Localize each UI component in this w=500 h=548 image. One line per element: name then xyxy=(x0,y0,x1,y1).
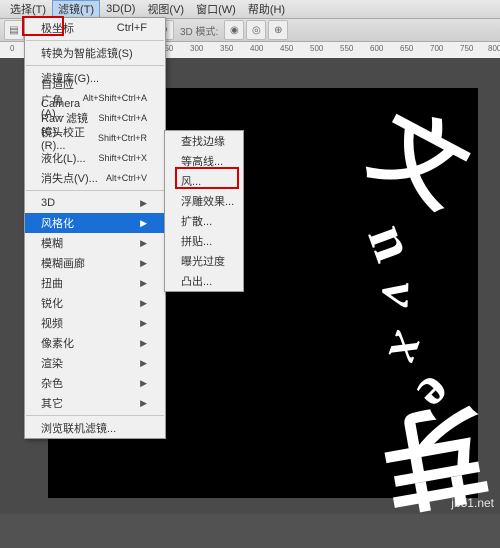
menu-item-noise[interactable]: 杂色 ▶ xyxy=(25,373,165,393)
ruler-mark: 750 xyxy=(460,44,473,53)
menu-item-other[interactable]: 其它 ▶ xyxy=(25,393,165,413)
ruler-mark: 350 xyxy=(220,44,233,53)
menu-label: 消失点(V)... xyxy=(41,170,98,186)
menu-label: 锐化 xyxy=(41,295,63,311)
menu-item-vanishing-point[interactable]: 消失点(V)... Alt+Ctrl+V xyxy=(25,168,165,188)
menu-shortcut: Shift+Ctrl+R xyxy=(98,133,147,143)
menu-label: 模糊画廊 xyxy=(41,255,85,271)
menu-separator xyxy=(26,40,164,41)
submenu-arrow-icon: ▶ xyxy=(140,238,147,249)
canvas-text: v xyxy=(369,281,433,308)
submenu-item-contour[interactable]: 等高线... xyxy=(165,151,243,171)
submenu-item-solarize[interactable]: 曝光过度 xyxy=(165,251,243,271)
ruler-mark: 400 xyxy=(250,44,263,53)
menu-label: 液化(L)... xyxy=(41,150,86,166)
menu-filter[interactable]: 滤镜(T) xyxy=(52,0,100,18)
ruler-mark: 650 xyxy=(400,44,413,53)
submenu-arrow-icon: ▶ xyxy=(140,198,147,209)
menu-label: 转换为智能滤镜(S) xyxy=(41,45,133,61)
menu-item-video[interactable]: 视频 ▶ xyxy=(25,313,165,333)
menu-item-stylize[interactable]: 风格化 ▶ xyxy=(25,213,165,233)
submenu-item-diffuse[interactable]: 扩散... xyxy=(165,211,243,231)
menu-label: 镜头校正(R)... xyxy=(41,124,98,152)
menu-label: 其它 xyxy=(41,395,63,411)
menu-label: 视频 xyxy=(41,315,63,331)
menu-shortcut: Shift+Ctrl+A xyxy=(98,113,147,123)
menu-separator xyxy=(26,65,164,66)
canvas-text: n xyxy=(353,215,429,270)
menu-label: 模糊 xyxy=(41,235,63,251)
submenu-arrow-icon: ▶ xyxy=(140,398,147,409)
ruler-mark: 300 xyxy=(190,44,203,53)
menu-shortcut: Alt+Ctrl+V xyxy=(106,173,147,183)
tool-button[interactable]: ⊕ xyxy=(268,20,288,40)
menu-help[interactable]: 帮助(H) xyxy=(242,0,291,18)
menu-label: 像素化 xyxy=(41,335,74,351)
menu-label: 风格化 xyxy=(41,215,74,231)
menu-label: 极坐标 xyxy=(41,20,74,36)
menu-item-render[interactable]: 渲染 ▶ xyxy=(25,353,165,373)
submenu-arrow-icon: ▶ xyxy=(140,278,147,289)
submenu-arrow-icon: ▶ xyxy=(140,358,147,369)
submenu-item-emboss[interactable]: 浮雕效果... xyxy=(165,191,243,211)
menu-item-browse-online[interactable]: 浏览联机滤镜... xyxy=(25,418,165,438)
submenu-arrow-icon: ▶ xyxy=(140,218,147,229)
submenu-item-tiles[interactable]: 拼贴... xyxy=(165,231,243,251)
ruler-mark: 700 xyxy=(430,44,443,53)
menu-item-lens-correction[interactable]: 镜头校正(R)...Shift+Ctrl+R xyxy=(25,128,165,148)
ruler-mark: 500 xyxy=(310,44,323,53)
menu-item-distort[interactable]: 扭曲 ▶ xyxy=(25,273,165,293)
filter-menu-dropdown: 极坐标Ctrl+F 转换为智能滤镜(S) 滤镜库(G)... 自适应广角(A).… xyxy=(24,17,166,439)
menu-3d[interactable]: 3D(D) xyxy=(100,2,141,16)
menu-separator xyxy=(26,415,164,416)
submenu-item-extrude[interactable]: 凸出... xyxy=(165,271,243,291)
menu-label: 3D xyxy=(41,197,55,209)
submenu-arrow-icon: ▶ xyxy=(140,318,147,329)
ruler-mark: 600 xyxy=(370,44,383,53)
menu-shortcut: Ctrl+F xyxy=(117,22,147,34)
menu-item-3d[interactable]: 3D ▶ xyxy=(25,193,165,213)
submenu-arrow-icon: ▶ xyxy=(140,378,147,389)
menu-select[interactable]: 选择(T) xyxy=(4,0,52,18)
menu-label: 浏览联机滤镜... xyxy=(41,420,116,436)
ruler-mark: 0 xyxy=(10,44,14,53)
canvas-text: 文 xyxy=(353,74,493,231)
menu-separator xyxy=(26,190,164,191)
menu-item-smart-filter[interactable]: 转换为智能滤镜(S) xyxy=(25,43,165,63)
submenu-arrow-icon: ▶ xyxy=(140,298,147,309)
menu-item-blur-gallery[interactable]: 模糊画廊 ▶ xyxy=(25,253,165,273)
menu-item-blur[interactable]: 模糊 ▶ xyxy=(25,233,165,253)
menu-item-last-filter[interactable]: 极坐标 Ctrl+F xyxy=(25,18,165,38)
tool-button[interactable]: ▤ xyxy=(4,20,24,40)
menu-label: 渲染 xyxy=(41,355,63,371)
tool-button[interactable]: ◎ xyxy=(246,20,266,40)
canvas-text: 芽 xyxy=(371,380,500,548)
menu-window[interactable]: 窗口(W) xyxy=(190,0,242,18)
submenu-arrow-icon: ▶ xyxy=(140,258,147,269)
ruler-mark: 800 xyxy=(488,44,500,53)
submenu-item-find-edges[interactable]: 查找边缘 xyxy=(165,131,243,151)
menu-label: 扭曲 xyxy=(41,275,63,291)
tool-button[interactable]: ◉ xyxy=(224,20,244,40)
submenu-item-wind[interactable]: 风... xyxy=(165,171,243,191)
watermark: jb51.net xyxy=(451,496,494,510)
menu-label: 杂色 xyxy=(41,375,63,391)
ruler-mark: 450 xyxy=(280,44,293,53)
canvas-text: x xyxy=(375,326,444,373)
menu-item-sharpen[interactable]: 锐化 ▶ xyxy=(25,293,165,313)
menu-shortcut: Shift+Ctrl+X xyxy=(98,153,147,163)
mode-label: 3D 模式: xyxy=(176,23,222,38)
menu-item-pixelate[interactable]: 像素化 ▶ xyxy=(25,333,165,353)
menu-view[interactable]: 视图(V) xyxy=(141,0,190,18)
stylize-submenu: 查找边缘 等高线... 风... 浮雕效果... 扩散... 拼贴... 曝光过… xyxy=(164,130,244,292)
ruler-mark: 550 xyxy=(340,44,353,53)
submenu-arrow-icon: ▶ xyxy=(140,338,147,349)
